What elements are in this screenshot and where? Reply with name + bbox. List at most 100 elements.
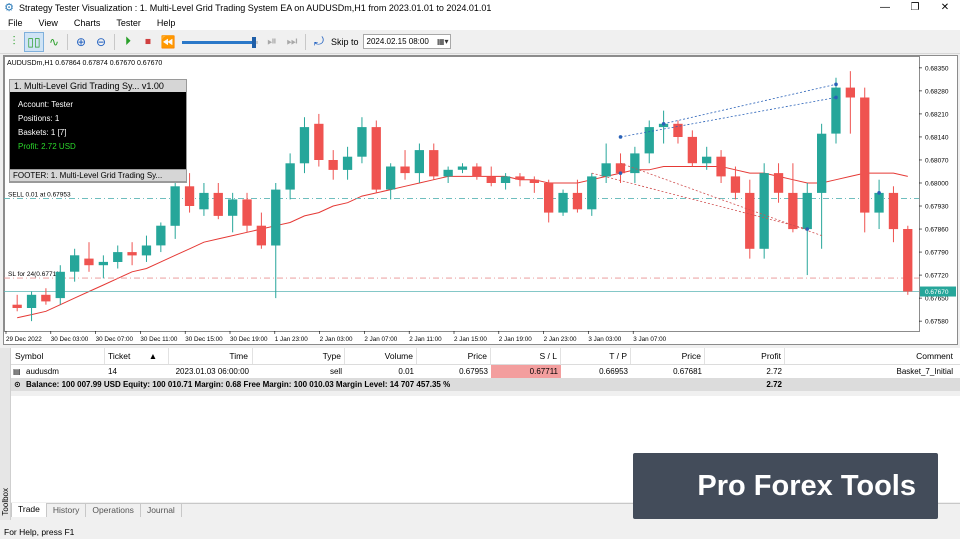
skip-date-input[interactable]: 2024.02.15 08:00 ▦▾ bbox=[362, 34, 451, 49]
speed-slider[interactable] bbox=[182, 32, 258, 52]
title-bar: ⚙ Strategy Tester Visualization : 1. Mul… bbox=[0, 0, 960, 16]
col-tp[interactable]: T / P bbox=[561, 348, 631, 364]
col-comment[interactable]: Comment bbox=[785, 348, 955, 364]
time-axis-label: 30 Dec 11:00 bbox=[140, 336, 177, 343]
col-time[interactable]: Time bbox=[169, 348, 253, 364]
calendar-dropdown-icon[interactable]: ▦▾ bbox=[437, 35, 449, 48]
order-marker bbox=[805, 227, 810, 231]
status-bar: For Help, press F1 bbox=[0, 526, 960, 539]
price-axis-label: 0.67860 bbox=[925, 227, 949, 234]
col-price[interactable]: Price bbox=[417, 348, 491, 364]
col-volume[interactable]: Volume bbox=[345, 348, 417, 364]
candle-body bbox=[371, 127, 381, 190]
position-icon: ▤ bbox=[13, 367, 21, 376]
price-axis-label: 0.67650 bbox=[925, 296, 949, 303]
menu-tester[interactable]: Tester bbox=[108, 18, 149, 28]
bar-chart-icon[interactable]: ⫶ bbox=[4, 32, 24, 52]
col-sl[interactable]: S / L bbox=[491, 348, 561, 364]
candle-body bbox=[457, 166, 468, 170]
pause-icon[interactable]: ⏯ bbox=[262, 32, 282, 52]
tab-history[interactable]: History bbox=[47, 504, 87, 517]
strategy-tester-window: ⚙ Strategy Tester Visualization : 1. Mul… bbox=[0, 0, 960, 539]
watermark-banner: Pro Forex Tools bbox=[633, 453, 938, 519]
summary-info-icon: ⊙ bbox=[14, 380, 21, 389]
zoom-in-icon[interactable]: ⊕ bbox=[71, 32, 91, 52]
ea-info-panel: 1. Multi-Level Grid Trading Sy... v1.00 … bbox=[9, 79, 187, 183]
maximize-button[interactable]: ❐ bbox=[900, 0, 930, 16]
candle-body bbox=[860, 97, 870, 213]
candlestick-chart-icon[interactable]: ▯▯ bbox=[24, 31, 44, 52]
speed-slider-thumb[interactable] bbox=[252, 36, 257, 48]
row-price: 0.67953 bbox=[459, 367, 488, 376]
step-forward-icon[interactable]: ⏭ bbox=[282, 32, 302, 52]
tab-trade[interactable]: Trade bbox=[11, 503, 47, 517]
order-marker bbox=[877, 191, 881, 195]
row-sl[interactable]: 0.67711 bbox=[491, 365, 561, 378]
order-marker bbox=[834, 95, 838, 100]
play-icon[interactable]: ⏵ bbox=[118, 32, 138, 52]
candle-body bbox=[874, 192, 884, 213]
skip-date-value: 2024.02.15 08:00 bbox=[366, 37, 429, 46]
candle-body bbox=[285, 163, 295, 190]
skip-to-icon[interactable]: ⤾ bbox=[309, 32, 329, 52]
candle-body bbox=[529, 179, 539, 183]
candle-body bbox=[500, 176, 511, 183]
candle-body bbox=[773, 173, 784, 193]
stop-loss-label: SL for 24(0.67711) bbox=[8, 271, 61, 278]
tab-operations[interactable]: Operations bbox=[86, 504, 141, 517]
col-ticket[interactable]: Ticket ▲ bbox=[105, 348, 169, 364]
candle-body bbox=[386, 166, 396, 190]
row-volume: 0.01 bbox=[398, 367, 414, 376]
toolbox-side-bar[interactable]: Toolbox bbox=[0, 348, 11, 520]
candle-body bbox=[357, 127, 367, 157]
col-type[interactable]: Type bbox=[253, 348, 345, 364]
candle-body bbox=[414, 150, 424, 174]
line-chart-icon[interactable]: ∿ bbox=[44, 32, 64, 52]
candle-body bbox=[515, 176, 525, 180]
candle-body bbox=[328, 160, 338, 170]
close-button[interactable]: ✕ bbox=[930, 0, 960, 16]
col-symbol[interactable]: Symbol bbox=[11, 348, 105, 364]
candle-body bbox=[141, 245, 152, 256]
table-header: Symbol Ticket ▲ Time Type Volume Price S… bbox=[11, 348, 960, 365]
candle-body bbox=[271, 189, 281, 246]
candle-body bbox=[299, 127, 310, 164]
menu-view[interactable]: View bbox=[31, 18, 66, 28]
menu-file[interactable]: File bbox=[0, 18, 31, 28]
toolbar: ⫶ ▯▯ ∿ ⊕ ⊖ ⏵ ⏹ ⏪ ⏯ ⏭ ⤾ Skip to 2024.02.1… bbox=[0, 30, 960, 54]
candle-body bbox=[788, 192, 798, 230]
toolbox-label: Toolbox bbox=[1, 488, 10, 516]
time-axis-label: 1 Jan 23:00 bbox=[275, 336, 308, 343]
candle-body bbox=[156, 225, 166, 246]
menu-charts[interactable]: Charts bbox=[66, 18, 109, 28]
price-axis-label: 0.68000 bbox=[925, 180, 949, 187]
table-row[interactable]: ▤ audusdm 14 2023.01.03 06:00:00 sell 0.… bbox=[11, 365, 960, 378]
candle-body bbox=[184, 186, 195, 206]
chart-header: AUDUSDm,H1 0.67864 0.67874 0.67670 0.676… bbox=[7, 60, 162, 67]
sell-entry-label: SELL 0.01 at 0.67953 bbox=[8, 191, 71, 198]
time-axis-label: 2 Jan 23:00 bbox=[544, 336, 577, 343]
candle-body bbox=[730, 176, 741, 193]
candle-body bbox=[342, 156, 353, 170]
tab-journal[interactable]: Journal bbox=[141, 504, 182, 517]
candle-body bbox=[429, 150, 439, 177]
zoom-out-icon[interactable]: ⊖ bbox=[91, 32, 111, 52]
col-profit[interactable]: Profit bbox=[705, 348, 785, 364]
candle-body bbox=[845, 87, 855, 98]
menu-help[interactable]: Help bbox=[149, 18, 184, 28]
candle-body bbox=[98, 261, 108, 266]
rewind-icon[interactable]: ⏪ bbox=[158, 32, 178, 52]
ea-panel-title: 1. Multi-Level Grid Trading Sy... v1.00 bbox=[10, 80, 186, 92]
time-axis-label: 3 Jan 07:00 bbox=[633, 336, 666, 343]
minimize-button[interactable]: — bbox=[870, 0, 900, 16]
time-axis-label: 3 Jan 03:00 bbox=[588, 336, 621, 343]
row-tp[interactable]: 0.66953 bbox=[561, 365, 631, 378]
window-controls: — ❐ ✕ bbox=[870, 0, 960, 16]
candle-body bbox=[443, 169, 453, 177]
price-axis-label: 0.67580 bbox=[925, 319, 949, 326]
ea-baskets: Baskets: 1 [7] bbox=[18, 128, 67, 137]
time-axis-label: 2 Jan 03:00 bbox=[320, 336, 353, 343]
col-current-price[interactable]: Price bbox=[631, 348, 705, 364]
stop-icon[interactable]: ⏹ bbox=[138, 32, 158, 52]
ea-panel-footer: FOOTER: 1. Multi-Level Grid Trading Sy..… bbox=[9, 169, 187, 182]
